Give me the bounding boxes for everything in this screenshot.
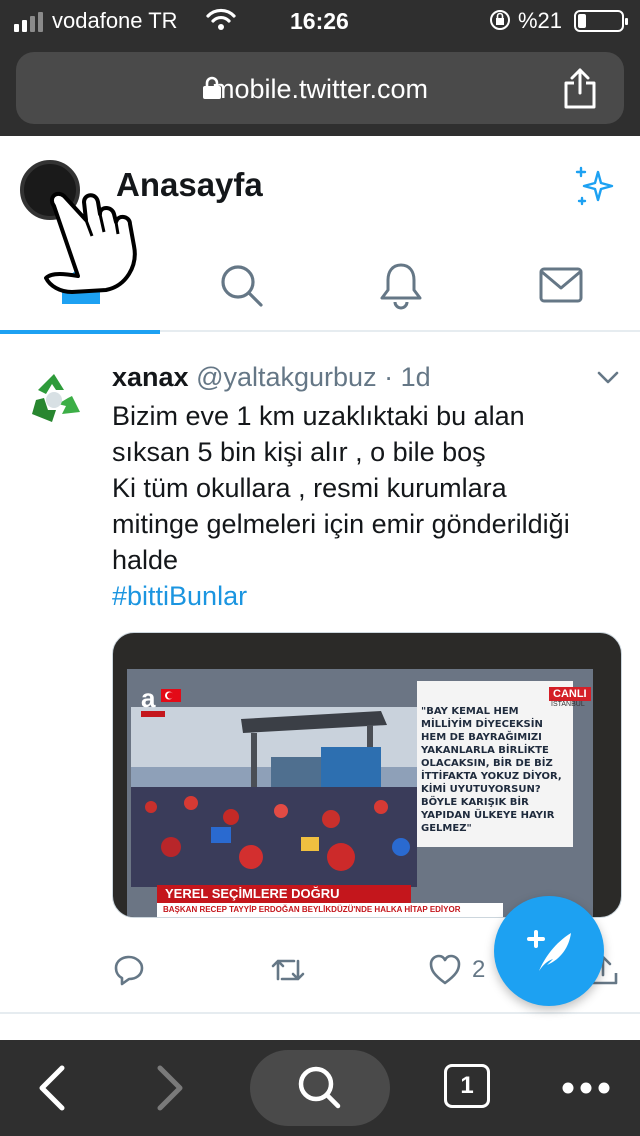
tweet-text: Bizim eve 1 km uzaklıktaki bu alan sıksa…: [112, 398, 622, 614]
reply-button[interactable]: [112, 950, 146, 990]
author-name[interactable]: xanax: [112, 362, 189, 392]
battery-percent: %21: [518, 8, 563, 33]
browser-search-button[interactable]: [250, 1050, 390, 1126]
clock: 16:26: [290, 8, 349, 34]
reply-icon: [114, 955, 144, 986]
wifi-icon: [206, 8, 236, 38]
forward-arrow-icon[interactable]: [140, 1054, 200, 1122]
tabs-button[interactable]: 1: [436, 1054, 496, 1122]
sparkle-icon[interactable]: [572, 164, 618, 210]
pointer-hand-icon: [44, 191, 137, 294]
heart-icon: [429, 954, 461, 985]
svg-text:a: a: [141, 683, 156, 713]
quote-text: "BAY KEMAL HEM MİLLİYİM DİYECEKSİN HEM D…: [421, 706, 562, 834]
tweet-text-line: Ki tüm okullara , resmi kurumlara: [112, 473, 507, 503]
author-handle[interactable]: @yaltakgurbuz: [196, 362, 377, 392]
tab-count: 1: [444, 1064, 490, 1108]
news-ticker-subtitle: BAŞKAN RECEP TAYYİP ERDOĞAN BEYLİKDÜZÜ'N…: [157, 903, 503, 917]
address-bar[interactable]: mobile.twitter.com: [16, 52, 624, 124]
compose-tweet-button[interactable]: [494, 896, 604, 1006]
more-options-icon[interactable]: [556, 1054, 616, 1122]
mail-icon[interactable]: [536, 260, 586, 310]
recycle-icon: [22, 366, 86, 430]
signal-strength-icon: [14, 12, 43, 32]
tweet-text-line: halde: [112, 545, 179, 575]
twitter-header: Anasayfa: [0, 136, 640, 334]
browser-toolbar: 1: [0, 1040, 640, 1136]
browser-top-bar: vodafone TR 16:26 %21 mobile.twitter.com: [0, 0, 640, 136]
live-badge: CANLI: [549, 687, 591, 701]
rotation-lock-icon: [488, 8, 512, 38]
tweet-image[interactable]: CANLI İSTANBUL "BAY KEMAL HEM MİLLİYİM D…: [112, 632, 622, 918]
chevron-down-icon[interactable]: [596, 370, 620, 386]
tweet-time[interactable]: 1d: [401, 362, 431, 392]
browser-search-icon: [298, 1066, 341, 1109]
like-count: 2: [472, 956, 486, 983]
bell-icon[interactable]: [376, 260, 426, 310]
tweet-text-line: sıksan 5 bin kişi alır , o bile boş: [112, 437, 486, 467]
rally-crowd-image: [131, 707, 417, 887]
tweet-header: xanax @yaltakgurbuz · 1d: [112, 362, 431, 393]
carrier-name: vodafone TR: [52, 8, 178, 33]
battery-icon: [574, 10, 628, 32]
search-icon[interactable]: [216, 260, 266, 310]
retweet-icon: [271, 959, 305, 981]
news-ticker-title: YEREL SEÇİMLERE DOĞRU: [157, 885, 411, 903]
like-button[interactable]: 2: [428, 950, 485, 990]
status-bar: vodafone TR 16:26 %21: [0, 0, 640, 42]
separator-dot: ·: [384, 362, 394, 392]
retweet-button[interactable]: [270, 950, 306, 990]
share-icon[interactable]: [560, 66, 600, 110]
url-text: mobile.twitter.com: [211, 74, 429, 104]
back-arrow-icon[interactable]: [22, 1054, 82, 1122]
compose-feather-icon: [527, 930, 571, 971]
hashtag-link[interactable]: #bittiBunlar: [112, 578, 622, 614]
tweet-text-line: Bizim eve 1 km uzaklıktaki bu alan: [112, 401, 525, 431]
channel-logo-icon: a: [141, 683, 181, 717]
tweet-text-line: mitinge gelmeleri için emir gönderildiği: [112, 509, 570, 539]
tweet-author-avatar[interactable]: [22, 366, 86, 430]
